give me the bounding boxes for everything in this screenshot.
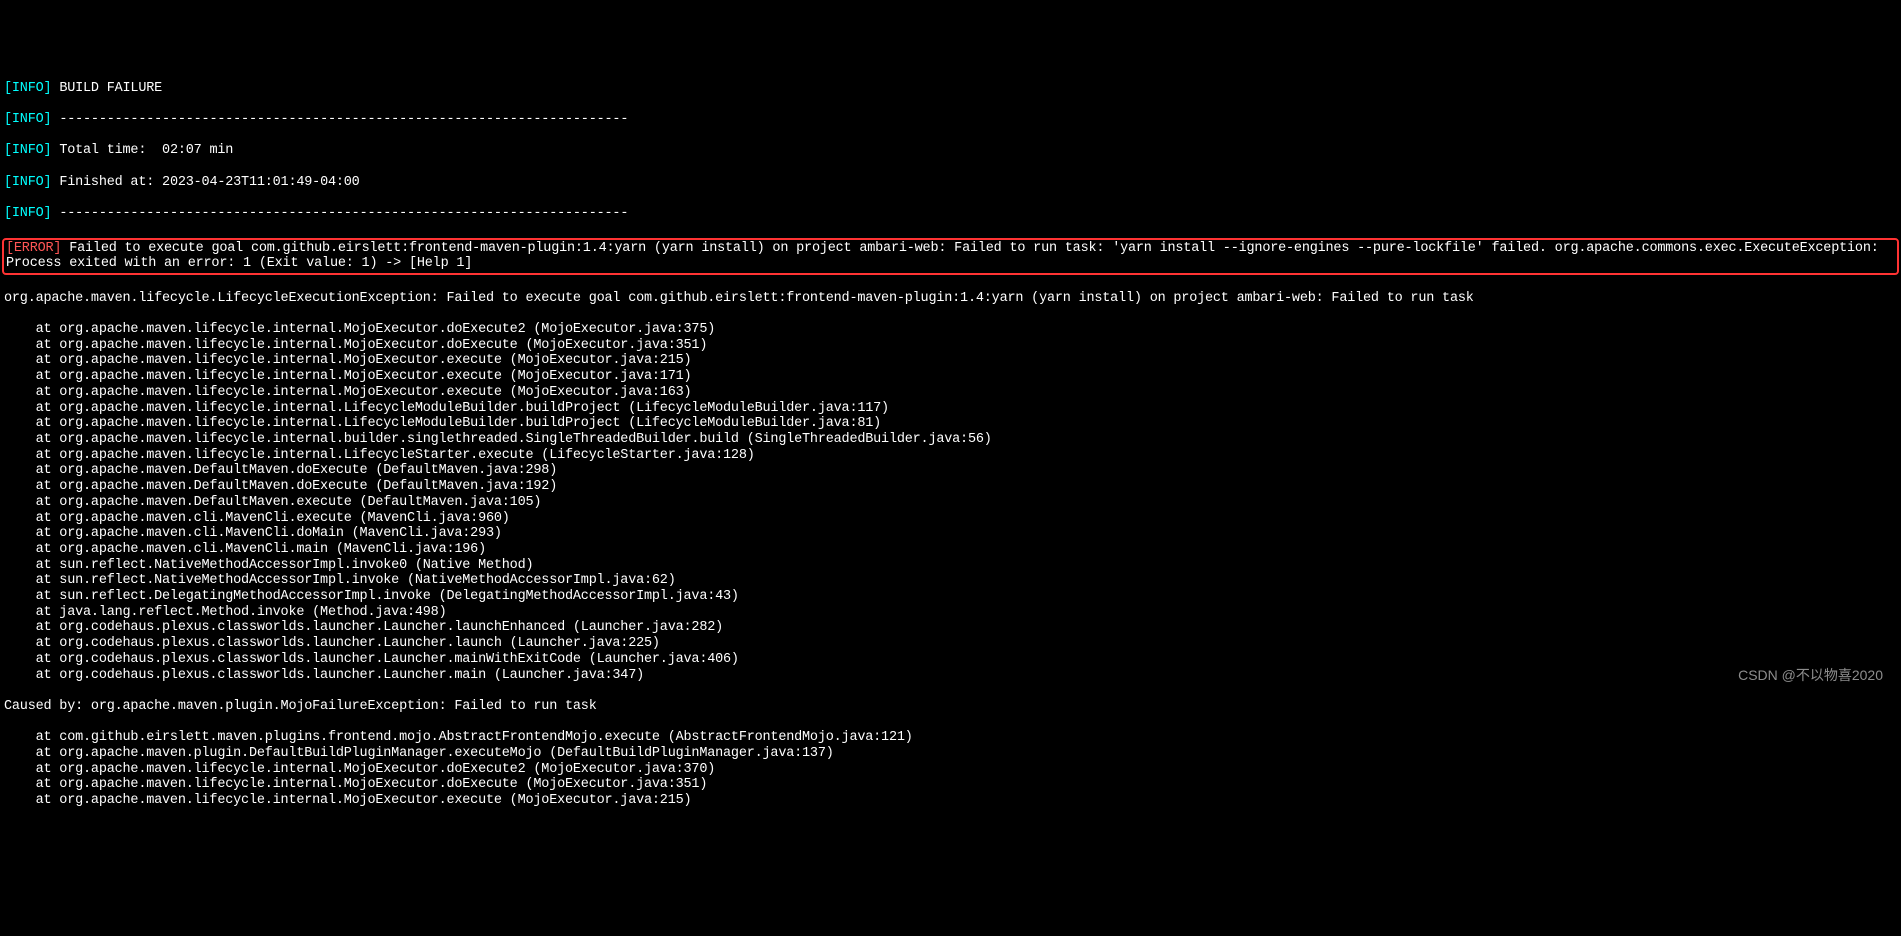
error-tag: [ERROR] [6,241,61,256]
stacktrace-line: at org.apache.maven.plugin.DefaultBuildP… [4,746,1897,762]
line-text: ----------------------------------------… [51,112,628,127]
stacktrace-line: at sun.reflect.DelegatingMethodAccessorI… [4,589,1897,605]
stacktrace-line: at org.apache.maven.DefaultMaven.execute… [4,495,1897,511]
stacktrace-line: at org.codehaus.plexus.classworlds.launc… [4,652,1897,668]
info-tag: [INFO] [4,175,51,190]
stacktrace-line: at org.apache.maven.lifecycle.internal.b… [4,432,1897,448]
stacktrace-line: at org.apache.maven.lifecycle.internal.L… [4,401,1897,417]
stacktrace-line: at org.codehaus.plexus.classworlds.launc… [4,620,1897,636]
line-text: Total time: 02:07 min [51,143,233,158]
stacktrace-line: at org.apache.maven.lifecycle.internal.L… [4,416,1897,432]
info-line: [INFO] BUILD FAILURE [4,81,1897,97]
stacktrace-line: at org.apache.maven.lifecycle.internal.M… [4,338,1897,354]
stacktrace-line: at org.codehaus.plexus.classworlds.launc… [4,668,1897,684]
stacktrace-line: at org.codehaus.plexus.classworlds.launc… [4,636,1897,652]
caused-by-stack-container: at com.github.eirslett.maven.plugins.fro… [4,730,1897,809]
stacktrace-line: at org.apache.maven.lifecycle.internal.M… [4,777,1897,793]
stacktrace-line: at org.apache.maven.lifecycle.internal.M… [4,322,1897,338]
stacktrace-line: at sun.reflect.NativeMethodAccessorImpl.… [4,558,1897,574]
info-tag: [INFO] [4,143,51,158]
stacktrace-line: at com.github.eirslett.maven.plugins.fro… [4,730,1897,746]
stacktrace-header: org.apache.maven.lifecycle.LifecycleExec… [4,291,1897,307]
stacktrace-line: at org.apache.maven.lifecycle.internal.L… [4,448,1897,464]
stacktrace-line: at org.apache.maven.cli.MavenCli.main (M… [4,542,1897,558]
stacktrace-line: at org.apache.maven.DefaultMaven.doExecu… [4,463,1897,479]
stacktrace-line: at org.apache.maven.lifecycle.internal.M… [4,762,1897,778]
stacktrace-line: at org.apache.maven.cli.MavenCli.doMain … [4,526,1897,542]
caused-by-line: Caused by: org.apache.maven.plugin.MojoF… [4,699,1897,715]
info-line: [INFO] ---------------------------------… [4,206,1897,222]
highlighted-error-box: [ERROR] Failed to execute goal com.githu… [2,238,1899,275]
info-line: [INFO] ---------------------------------… [4,112,1897,128]
line-text: Finished at: 2023-04-23T11:01:49-04:00 [51,175,359,190]
info-line: [INFO] Finished at: 2023-04-23T11:01:49-… [4,175,1897,191]
error-text: Failed to execute goal com.github.eirsle… [6,241,1887,272]
stacktrace-line: at java.lang.reflect.Method.invoke (Meth… [4,605,1897,621]
stacktrace-line: at org.apache.maven.cli.MavenCli.execute… [4,511,1897,527]
terminal-output: [INFO] BUILD FAILURE [INFO] ------------… [4,65,1897,825]
info-line: [INFO] Total time: 02:07 min [4,143,1897,159]
info-tag: [INFO] [4,206,51,221]
line-text: BUILD FAILURE [51,81,162,96]
watermark: CSDN @不以物喜2020 [1738,668,1883,684]
stacktrace-line: at org.apache.maven.DefaultMaven.doExecu… [4,479,1897,495]
info-tag: [INFO] [4,81,51,96]
stacktrace-line: at org.apache.maven.lifecycle.internal.M… [4,385,1897,401]
line-text: ----------------------------------------… [51,206,628,221]
info-tag: [INFO] [4,112,51,127]
stacktrace-line: at org.apache.maven.lifecycle.internal.M… [4,353,1897,369]
stacktrace-line: at org.apache.maven.lifecycle.internal.M… [4,793,1897,809]
stacktrace-line: at sun.reflect.NativeMethodAccessorImpl.… [4,573,1897,589]
stacktrace-container: at org.apache.maven.lifecycle.internal.M… [4,322,1897,683]
stacktrace-line: at org.apache.maven.lifecycle.internal.M… [4,369,1897,385]
